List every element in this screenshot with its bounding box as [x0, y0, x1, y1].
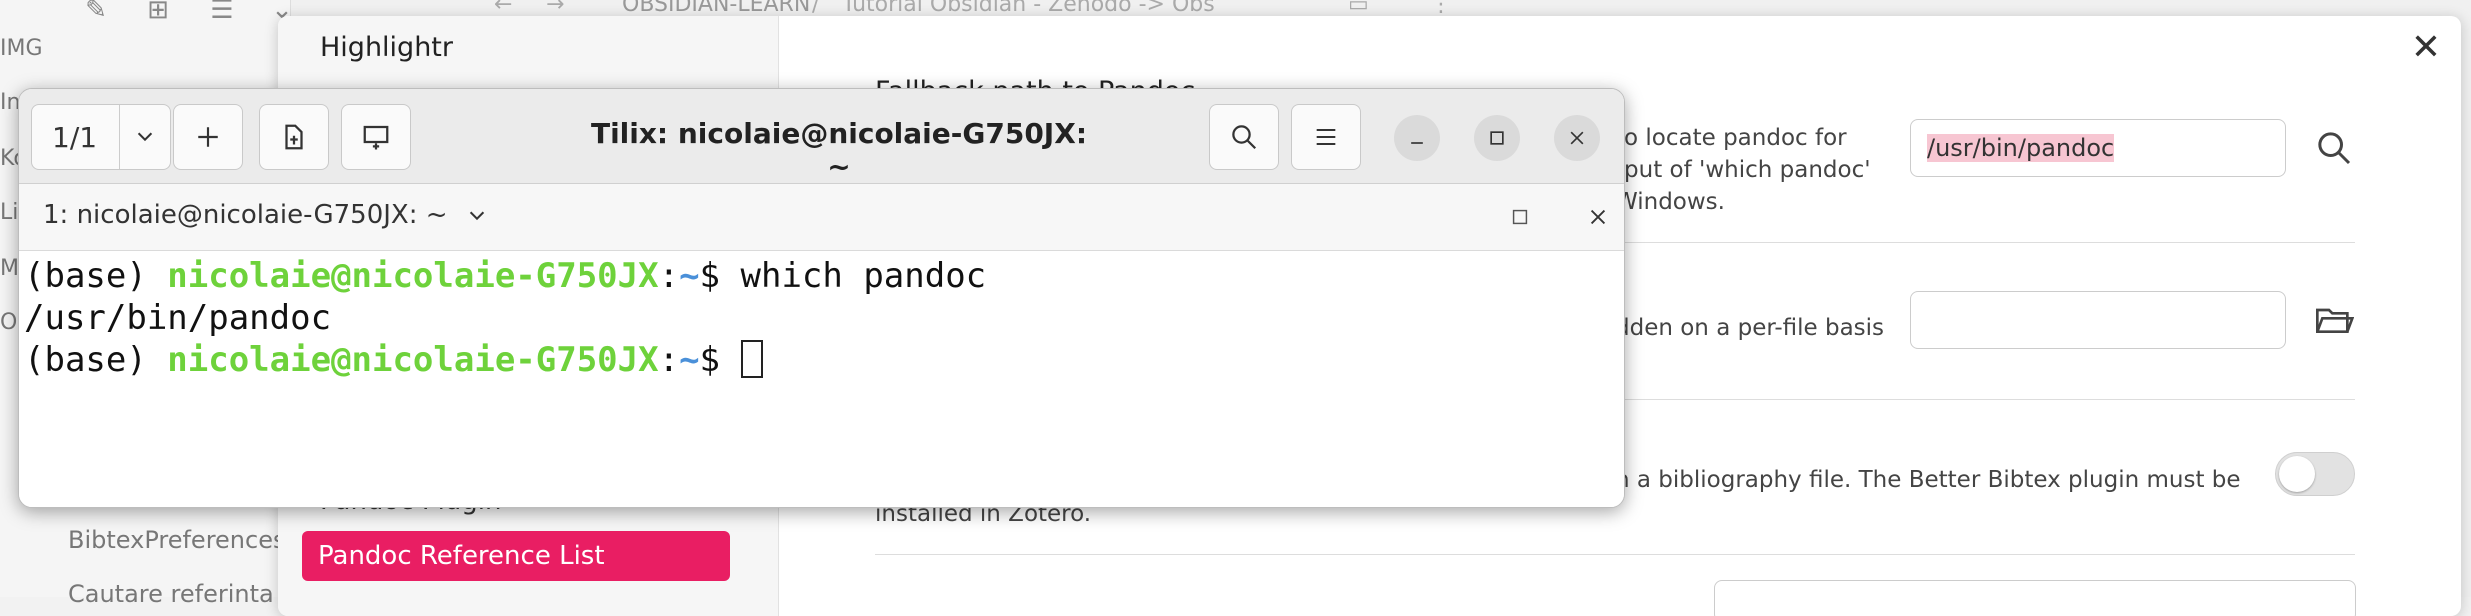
terminal-line: (base) nicolaie@nicolaie-G750JX:~$ — [24, 339, 763, 381]
terminal-add-icon — [363, 125, 389, 150]
maximize-terminal-icon[interactable] — [1509, 206, 1531, 228]
prompt-symbol: $ — [699, 340, 741, 380]
reading-view-icon[interactable]: ▭ — [1348, 0, 1369, 17]
terminal-output[interactable]: (base) nicolaie@nicolaie-G750JX:~$ which… — [19, 251, 1624, 507]
search-icon[interactable] — [2314, 128, 2354, 168]
tilix-window: 1/1 Tilix: nicolaie@nicolaie-G750JX: ~ 1… — [18, 88, 1625, 508]
search-icon — [1232, 125, 1257, 150]
session-count: 1/1 — [52, 121, 98, 154]
row1-desc-line: to locate pandoc for — [1615, 125, 1847, 151]
settings-nav-item-highlightr[interactable]: Highlightr — [320, 32, 453, 63]
prompt-cwd: ~ — [679, 256, 700, 296]
menu-button[interactable] — [1291, 104, 1361, 170]
terminal-title: 1: nicolaie@nicolaie-G750JX: ~ — [43, 200, 448, 230]
prompt-colon: : — [658, 340, 680, 380]
more-options-icon[interactable]: ⋮ — [1430, 0, 1452, 17]
close-button[interactable] — [1554, 115, 1600, 161]
sidebar-clipped-item[interactable]: O — [0, 310, 17, 335]
terminal-tab-row: 1: nicolaie@nicolaie-G750JX: ~ — [19, 184, 1624, 251]
new-note-icon[interactable]: ✎ — [78, 0, 114, 23]
separator — [119, 105, 120, 169]
vault-name[interactable]: OBSIDIAN-LEARN — [622, 0, 810, 17]
prompt-user-host: nicolaie@nicolaie-G750JX — [167, 340, 659, 380]
add-terminal-button[interactable] — [341, 104, 411, 170]
command-text: which pandoc — [740, 256, 987, 296]
search-button[interactable] — [1209, 104, 1279, 170]
split-add-icon — [285, 124, 303, 150]
new-folder-icon[interactable]: ⊞ — [140, 0, 176, 23]
breadcrumb-separator: / — [812, 0, 820, 17]
bibliography-path-input[interactable] — [1910, 291, 2286, 349]
sidebar-clipped-item[interactable]: IMG — [0, 36, 43, 61]
plus-icon — [198, 127, 218, 147]
settings-nav-item-pandoc-reference-list[interactable]: Pandoc Reference List — [302, 531, 730, 581]
sidebar-clipped-item[interactable]: M — [0, 256, 19, 281]
tilix-headerbar: 1/1 Tilix: nicolaie@nicolaie-G750JX: ~ — [19, 89, 1624, 184]
terminal-title-dropdown[interactable]: 1: nicolaie@nicolaie-G750JX: ~ — [43, 200, 488, 230]
conda-env: (base) — [24, 256, 168, 296]
minimize-icon — [1411, 142, 1423, 144]
terminal-cursor — [740, 340, 763, 378]
settings-dropdown[interactable] — [1714, 580, 2356, 616]
session-switcher-button[interactable]: 1/1 — [31, 104, 171, 170]
sort-icon[interactable]: ☰ — [204, 0, 240, 23]
row3-desc-line: n a bibliography file. The Better Bibtex… — [1615, 467, 2241, 493]
row1-desc-line: tput of 'which pandoc' — [1615, 157, 1871, 183]
back-arrow-icon[interactable]: ← — [494, 0, 512, 17]
row1-desc-line: Windows. — [1615, 189, 1725, 215]
minimize-button[interactable] — [1394, 115, 1440, 161]
window-title: Tilix: nicolaie@nicolaie-G750JX: ~ — [590, 117, 1088, 183]
toggle-knob — [2279, 456, 2315, 492]
close-terminal-icon[interactable] — [1587, 206, 1609, 228]
row2-desc: dden on a per-file basis — [1615, 315, 1885, 341]
sidebar-clipped-item[interactable]: Li — [0, 200, 18, 225]
better-bibtex-toggle[interactable] — [2275, 452, 2355, 496]
file-item[interactable]: BibtexPreferences — [68, 526, 285, 554]
close-icon[interactable]: ✕ — [2411, 30, 2441, 66]
hamburger-menu-icon — [1316, 128, 1336, 146]
chevron-down-icon — [469, 211, 484, 221]
prompt-symbol: $ — [699, 256, 741, 296]
command-output: /usr/bin/pandoc — [24, 298, 332, 338]
divider — [875, 554, 2355, 555]
split-terminal-button[interactable] — [259, 104, 329, 170]
forward-arrow-icon[interactable]: → — [546, 0, 564, 17]
terminal-line: (base) nicolaie@nicolaie-G750JX:~$ which… — [24, 255, 986, 297]
prompt-cwd: ~ — [679, 340, 700, 380]
folder-open-icon[interactable] — [2314, 300, 2354, 340]
breadcrumb-current[interactable]: Tutorial Obsidian - Zenodo -> Obs — [842, 0, 1215, 17]
close-icon — [1570, 131, 1584, 145]
maximize-button[interactable] — [1474, 115, 1520, 161]
prompt-colon: : — [658, 256, 680, 296]
prompt-user-host: nicolaie@nicolaie-G750JX — [167, 256, 659, 296]
file-item[interactable]: Cautare referinta — [68, 580, 274, 608]
pandoc-path-input[interactable]: /usr/bin/pandoc — [1910, 119, 2286, 177]
maximize-icon — [1490, 131, 1504, 145]
add-session-button[interactable] — [173, 104, 243, 170]
chevron-down-icon — [137, 132, 153, 142]
conda-env: (base) — [24, 340, 168, 380]
